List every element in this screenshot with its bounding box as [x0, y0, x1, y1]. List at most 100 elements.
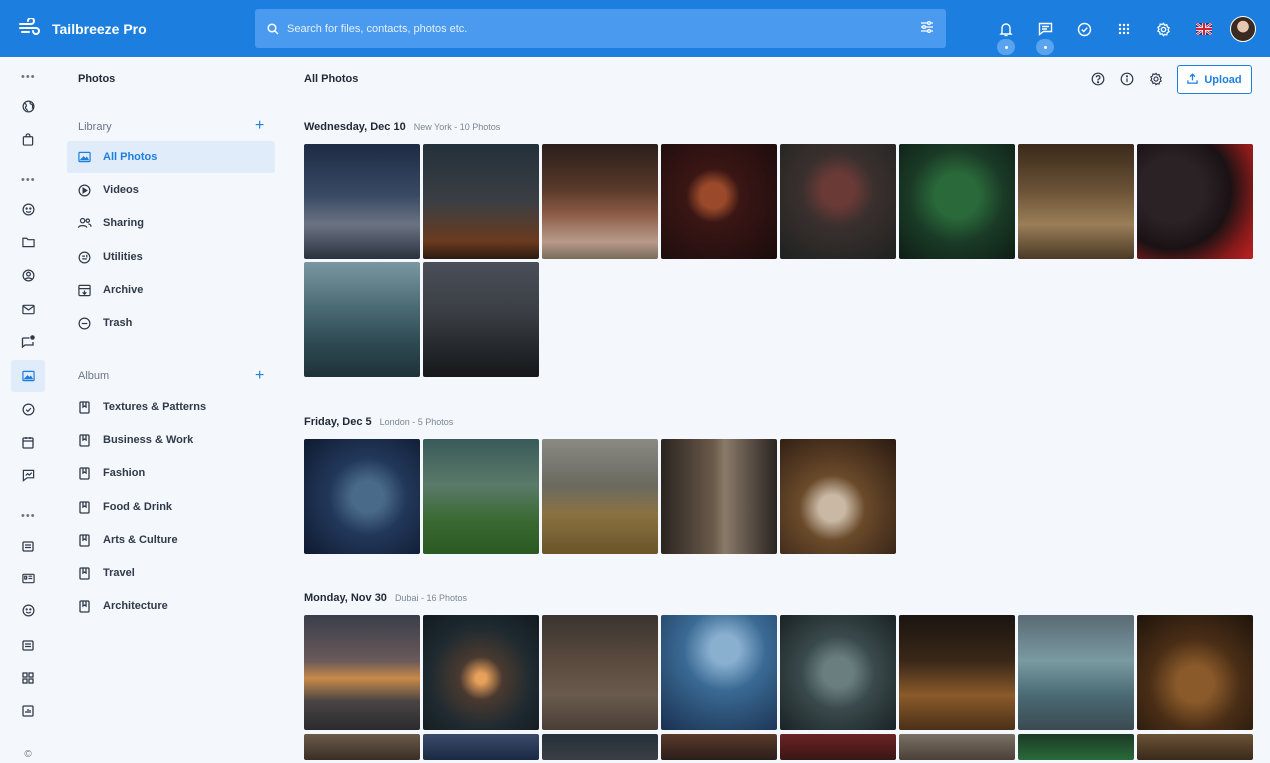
brand[interactable]: Tailbreeze Pro: [18, 0, 147, 57]
photos-icon[interactable]: [11, 360, 45, 392]
more-dots-icon[interactable]: •••: [21, 510, 36, 522]
grid-icon[interactable]: [19, 669, 37, 687]
settings-icon[interactable]: [1154, 20, 1172, 38]
user-circle-icon[interactable]: [19, 266, 37, 284]
album-book-icon: [76, 532, 92, 548]
upload-icon: [1187, 72, 1199, 87]
photo-thumbnail[interactable]: [423, 144, 539, 259]
photo-thumbnail[interactable]: [423, 439, 539, 554]
photo-thumbnail[interactable]: [661, 615, 777, 730]
life-ring-icon[interactable]: [19, 200, 37, 218]
globe-icon[interactable]: [19, 97, 37, 115]
photo-thumbnail[interactable]: [899, 615, 1015, 730]
photo-thumbnail[interactable]: [661, 439, 777, 554]
photo-thumbnail[interactable]: [304, 615, 420, 730]
photo-thumbnail[interactable]: [899, 734, 1015, 760]
search-input[interactable]: Search for files, contacts, photos etc.: [255, 9, 946, 48]
photo-thumbnail[interactable]: [780, 615, 896, 730]
album-item-textures-patterns[interactable]: Textures & Patterns: [67, 391, 275, 423]
photo-thumbnail[interactable]: [542, 439, 658, 554]
sidebar-item-label: All Photos: [103, 151, 158, 163]
sidebar-item-label: Sharing: [103, 217, 144, 229]
info-icon[interactable]: [1119, 71, 1135, 87]
sidebar-item-label: Utilities: [103, 251, 143, 263]
album-item-food-drink[interactable]: Food & Drink: [67, 491, 275, 523]
shopping-bag-icon[interactable]: [19, 130, 37, 148]
photo-thumbnail[interactable]: [661, 734, 777, 760]
search-placeholder: Search for files, contacts, photos etc.: [287, 22, 468, 35]
smiley-icon[interactable]: [19, 601, 37, 619]
album-item-arts-culture[interactable]: Arts & Culture: [67, 524, 275, 556]
help-icon[interactable]: [1090, 71, 1106, 87]
photo-thumbnail[interactable]: [304, 144, 420, 259]
message-icon[interactable]: [1036, 20, 1054, 38]
album-item-business-work[interactable]: Business & Work: [67, 424, 275, 456]
filter-icon[interactable]: [920, 20, 934, 34]
group-date: Friday, Dec 5: [304, 416, 372, 428]
add-album-icon[interactable]: +: [255, 368, 264, 384]
calendar-icon[interactable]: [19, 433, 37, 451]
settings-icon[interactable]: [1148, 71, 1164, 87]
group-date: Wednesday, Dec 10: [304, 121, 406, 133]
photo-thumbnail[interactable]: [423, 734, 539, 760]
photo-thumbnail[interactable]: [423, 262, 539, 377]
bell-icon[interactable]: [997, 20, 1015, 38]
sidebar-item-sharing[interactable]: Sharing: [67, 207, 275, 239]
more-dots-icon[interactable]: •••: [21, 174, 36, 186]
sidebar-item-trash[interactable]: Trash: [67, 307, 275, 339]
photos-sidebar: Photos Library + All Photos Videos Shari…: [56, 57, 286, 760]
icon-rail: ••• ••• ••• ©: [0, 57, 56, 760]
album-item-architecture[interactable]: Architecture: [67, 590, 275, 622]
mail-icon[interactable]: [19, 300, 37, 318]
upload-button[interactable]: Upload: [1177, 65, 1252, 94]
album-item-label: Business & Work: [103, 434, 194, 446]
list-icon[interactable]: [19, 636, 37, 654]
task-check-icon[interactable]: [19, 400, 37, 418]
photo-thumbnail[interactable]: [542, 734, 658, 760]
photo-thumbnail[interactable]: [542, 144, 658, 259]
id-card-icon[interactable]: [19, 569, 37, 587]
sidebar-item-archive[interactable]: Archive: [67, 274, 275, 306]
folder-icon[interactable]: [19, 233, 37, 251]
bar-chart-icon[interactable]: [19, 702, 37, 720]
album-item-label: Food & Drink: [103, 501, 173, 513]
photo-thumbnail[interactable]: [542, 615, 658, 730]
photo-thumbnail[interactable]: [1137, 615, 1253, 730]
chat-notification-icon[interactable]: [19, 333, 37, 351]
photo-thumbnail[interactable]: [1137, 734, 1253, 760]
album-item-fashion[interactable]: Fashion: [67, 457, 275, 489]
photo-thumbnail[interactable]: [780, 439, 896, 554]
uk-flag-icon[interactable]: [1195, 20, 1213, 38]
sidebar-item-utilities[interactable]: Utilities: [67, 241, 275, 273]
photo-thumbnail[interactable]: [1018, 144, 1134, 259]
chart-message-icon[interactable]: [19, 466, 37, 484]
more-dots-icon[interactable]: •••: [21, 71, 36, 83]
users-icon: [76, 215, 92, 231]
album-item-label: Travel: [103, 567, 135, 579]
document-icon[interactable]: [19, 537, 37, 555]
photo-thumbnail[interactable]: [1018, 734, 1134, 760]
user-avatar[interactable]: [1230, 16, 1256, 42]
photo-thumbnail[interactable]: [304, 734, 420, 760]
photo-thumbnail[interactable]: [304, 439, 420, 554]
photo-thumbnail[interactable]: [780, 734, 896, 760]
sidebar-item-all-photos[interactable]: All Photos: [67, 141, 275, 173]
add-library-icon[interactable]: +: [255, 118, 264, 134]
photo-thumbnail[interactable]: [780, 144, 896, 259]
photo-thumbnail[interactable]: [1137, 144, 1253, 259]
photo-thumbnail[interactable]: [661, 144, 777, 259]
group-header: Monday, Nov 30 Dubai - 16 Photos: [304, 592, 467, 604]
album-book-icon: [76, 465, 92, 481]
apps-icon[interactable]: [1115, 20, 1133, 38]
archive-icon: [76, 282, 92, 298]
check-circle-icon[interactable]: [1075, 20, 1093, 38]
photo-thumbnail[interactable]: [304, 262, 420, 377]
photo-thumbnail[interactable]: [899, 144, 1015, 259]
sidebar-item-videos[interactable]: Videos: [67, 174, 275, 206]
photo-thumbnail[interactable]: [423, 615, 539, 730]
search-icon: [267, 22, 279, 35]
album-item-travel[interactable]: Travel: [67, 557, 275, 589]
top-bar: Tailbreeze Pro Search for files, contact…: [0, 0, 1270, 57]
library-section-label: Library: [78, 121, 112, 133]
photo-thumbnail[interactable]: [1018, 615, 1134, 730]
